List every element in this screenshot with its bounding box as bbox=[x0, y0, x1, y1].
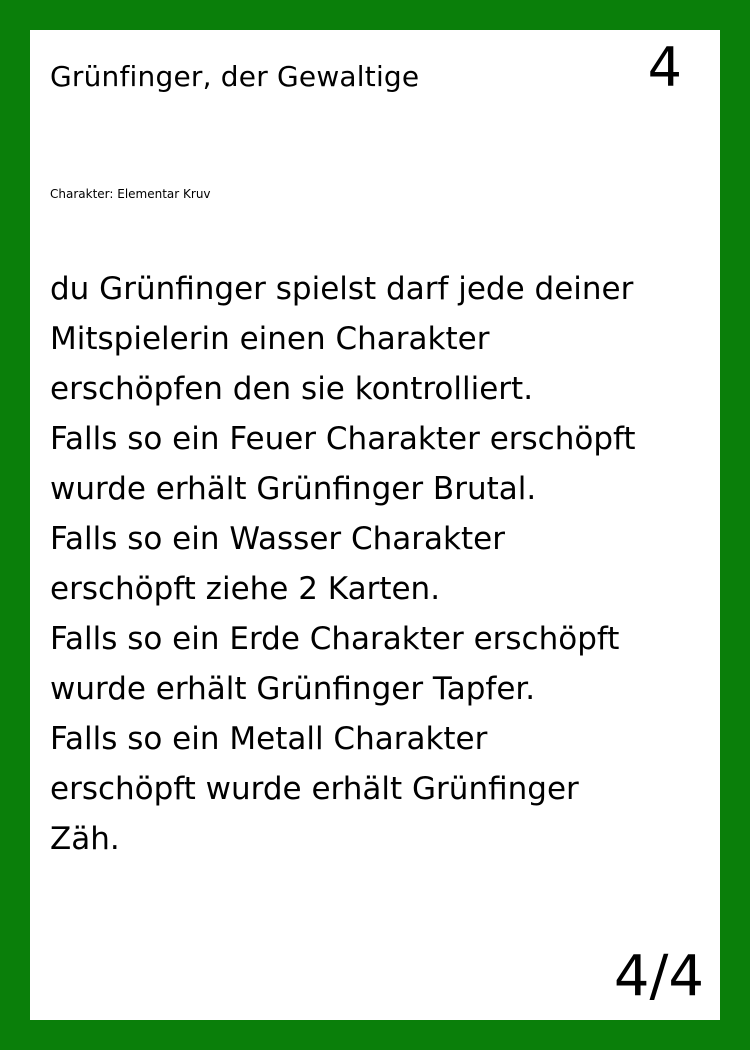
card-cost: 4 bbox=[647, 36, 682, 99]
card-index: 4/4 bbox=[613, 944, 704, 1010]
rules-line: wurde erhält Grünfinger Brutal. bbox=[50, 471, 537, 507]
rules-line: Zäh. bbox=[50, 821, 120, 857]
rules-line: Falls so ein Wasser Charakter bbox=[50, 521, 505, 557]
rules-line: Mitspielerin einen Charakter bbox=[50, 321, 490, 357]
card-title: Grünfinger, der Gewaltige bbox=[50, 60, 420, 93]
rules-line: du Grünfinger spielst darf jede deiner bbox=[50, 271, 634, 307]
card-rules-text: du Grünfinger spielst darf jede deiner M… bbox=[50, 264, 700, 864]
rules-line: wurde erhält Grünfinger Tapfer. bbox=[50, 671, 536, 707]
card-face: Grünfinger, der Gewaltige 4 Charakter: E… bbox=[30, 30, 720, 1020]
card-frame: Grünfinger, der Gewaltige 4 Charakter: E… bbox=[0, 0, 750, 1050]
rules-line: erschöpft wurde erhält Grünfinger bbox=[50, 771, 579, 807]
rules-line: Falls so ein Metall Charakter bbox=[50, 721, 488, 757]
card-type-line: Charakter: Elementar Kruv bbox=[50, 187, 211, 201]
rules-line: erschöpfen den sie kontrolliert. bbox=[50, 371, 534, 407]
rules-line: erschöpft ziehe 2 Karten. bbox=[50, 571, 441, 607]
rules-line: Falls so ein Erde Charakter erschöpft bbox=[50, 621, 620, 657]
rules-line: Falls so ein Feuer Charakter erschöpft bbox=[50, 421, 636, 457]
